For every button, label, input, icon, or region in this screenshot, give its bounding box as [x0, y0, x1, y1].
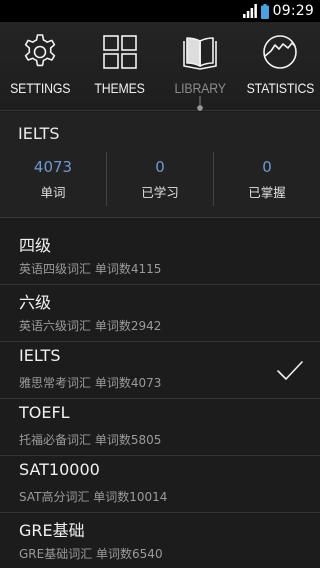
- stat-words-value: 4073: [33, 158, 73, 176]
- chart-circle-icon: [263, 35, 297, 69]
- stat-words: 4073 单词: [0, 152, 106, 206]
- library-item-ielts[interactable]: IELTS 雅思常考词汇 单词数4073: [0, 342, 320, 399]
- status-right: 09:29: [242, 2, 314, 20]
- library-item-subtitle: 雅思常考词汇 单词数4073: [19, 376, 162, 390]
- library-item-gre[interactable]: GRE基础 GRE基础词汇 单词数6540: [0, 513, 320, 568]
- checkmark-icon: [277, 361, 303, 380]
- stat-mastered-value: 0: [262, 158, 272, 176]
- library-item-title: 四级: [19, 236, 52, 255]
- library-item-subtitle: 英语四级词汇 单词数4115: [19, 262, 162, 276]
- stat-learned-value: 0: [155, 158, 165, 176]
- library-item-title: GRE基础: [19, 521, 85, 540]
- library-list: 四级 英语四级词汇 单词数4115 六级 英语六级词汇 单词数2942 IELT…: [0, 228, 320, 568]
- library-item-title: TOEFL: [19, 403, 70, 422]
- library-item-subtitle: 英语六级词汇 单词数2942: [19, 319, 162, 333]
- library-item-sat[interactable]: SAT10000 SAT高分词汇 单词数10014: [0, 456, 320, 513]
- book-icon: [183, 37, 217, 70]
- stat-mastered: 0 已掌握: [214, 152, 320, 206]
- nav-statistics-label: STATISTICS: [246, 80, 314, 96]
- library-item-toefl[interactable]: TOEFL 托福必备词汇 单词数5805: [0, 399, 320, 456]
- nav-settings-label: SETTINGS: [9, 80, 71, 96]
- grid-icon: [103, 35, 137, 69]
- stat-mastered-label: 已掌握: [248, 185, 286, 200]
- gear-icon: [24, 34, 56, 67]
- stat-learned: 0 已学习: [107, 152, 213, 206]
- library-item-subtitle: GRE基础词汇 单词数6540: [19, 547, 163, 561]
- status-bar: 09:29: [0, 0, 320, 22]
- library-item-title: 六级: [19, 293, 52, 312]
- nav-themes[interactable]: THEMES: [80, 30, 160, 100]
- nav-statistics[interactable]: STATISTICS: [240, 30, 320, 100]
- nav-library-label: LIBRARY: [174, 80, 226, 96]
- current-book-panel: IELTS 4073 单词 0 已学习 0 已掌握: [0, 112, 320, 218]
- current-book-title: IELTS: [18, 124, 60, 143]
- library-item-subtitle: 托福必备词汇 单词数5805: [19, 433, 162, 447]
- book-stats-row: 4073 单词 0 已学习 0 已掌握: [0, 152, 320, 206]
- nav-settings[interactable]: SETTINGS: [0, 30, 80, 100]
- stat-words-label: 单词: [40, 185, 66, 200]
- library-item-cet4[interactable]: 四级 英语四级词汇 单词数4115: [0, 228, 320, 285]
- library-item-title: IELTS: [19, 346, 61, 365]
- active-tab-indicator-icon: [197, 96, 203, 111]
- nav-library[interactable]: LIBRARY: [160, 30, 240, 100]
- top-navigation: SETTINGS THEMES LIBRARY STATISTICS: [0, 22, 320, 111]
- signal-icon: [242, 4, 257, 18]
- stat-learned-label: 已学习: [141, 185, 179, 200]
- nav-themes-label: THEMES: [94, 80, 146, 96]
- status-time: 09:29: [272, 3, 314, 19]
- battery-icon: [260, 3, 269, 19]
- library-item-cet6[interactable]: 六级 英语六级词汇 单词数2942: [0, 285, 320, 342]
- library-item-subtitle: SAT高分词汇 单词数10014: [19, 490, 168, 504]
- library-item-title: SAT10000: [19, 460, 100, 479]
